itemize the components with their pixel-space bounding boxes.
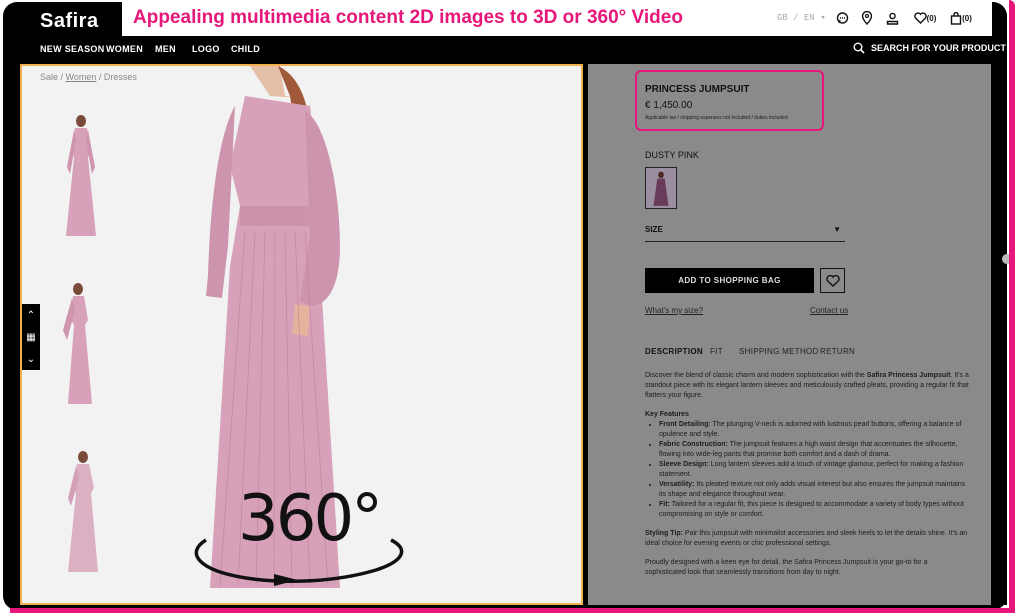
contact-us-link[interactable]: Contact us (810, 306, 848, 315)
chevron-down-icon[interactable]: ⌄ (27, 354, 35, 365)
feature-value: Its pleated texture not only adds visual… (659, 481, 966, 498)
nav-logo[interactable]: LOGO (192, 44, 220, 54)
color-swatch[interactable] (645, 167, 677, 209)
screenshot-frame: Appealing multimedia content 2D images t… (0, 0, 1015, 613)
feature-value: Tailored for a regular fit, this piece i… (659, 501, 964, 518)
banner-title: Appealing multimedia content 2D images t… (133, 7, 683, 28)
nav-women[interactable]: WOMEN (106, 44, 143, 54)
bag-button[interactable]: (0) (948, 10, 974, 26)
nav-new-season[interactable]: NEW SEASON (40, 44, 105, 54)
location-pin-icon[interactable] (859, 10, 875, 26)
search-label: SEARCH FOR YOUR PRODUCT (871, 43, 1006, 53)
feature-key: Sleeve Design: (659, 461, 709, 468)
feature-key: Fabric Construction: (659, 441, 728, 448)
features-list: Front Detailing: The plunging V-neck is … (645, 420, 970, 520)
shopping-bag-icon (950, 11, 962, 25)
bag-count: (0) (962, 13, 972, 23)
tab-fit[interactable]: FIT (710, 347, 723, 356)
feature-key: Fit: (659, 501, 670, 508)
thumbnail-1[interactable] (58, 112, 104, 236)
add-to-wishlist-button[interactable] (820, 268, 845, 293)
feature-item: Versatility: Its pleated texture not onl… (659, 480, 970, 500)
scroll-rail (991, 64, 1007, 605)
intro-product-name: Safira Princess Jumpsuit (866, 372, 951, 379)
breadcrumb-sale[interactable]: Sale (40, 72, 58, 82)
description-intro: Discover the blend of classic charm and … (645, 371, 970, 401)
wishlist-button[interactable]: (0) (911, 10, 939, 26)
thumbnail-2[interactable] (58, 280, 104, 404)
styling-tip-key: Styling Tip: (645, 530, 683, 537)
breadcrumb-women[interactable]: Women (66, 72, 97, 82)
size-selector[interactable]: SIZE ▼ (645, 225, 845, 242)
thumbnail-3[interactable] (58, 448, 104, 572)
breadcrumb-dresses[interactable]: Dresses (104, 72, 137, 82)
feature-item: Front Detailing: The plunging V-neck is … (659, 420, 970, 440)
tax-note: Applicable tax / shipping expenses not i… (645, 115, 788, 121)
user-icon[interactable] (884, 10, 900, 26)
grid-icon[interactable]: ▦ (26, 332, 35, 343)
feature-item: Sleeve Design: Long lantern sleeves add … (659, 460, 970, 480)
rotate-360-icon[interactable] (186, 512, 408, 588)
size-label: SIZE (645, 225, 663, 234)
color-label: DUSTY PINK (645, 150, 699, 160)
product-description: Discover the blend of classic charm and … (645, 371, 970, 587)
accent-edge-bottom (10, 608, 1015, 613)
site-logo[interactable]: Safira (40, 10, 99, 33)
breadcrumb-separator: / (96, 72, 104, 82)
styling-tip: Styling Tip: Pair this jumpsuit with min… (645, 529, 970, 549)
key-features-title: Key Features (645, 411, 689, 418)
nav-men[interactable]: MEN (155, 44, 176, 54)
chat-icon[interactable] (834, 10, 850, 26)
nav-child[interactable]: CHILD (231, 44, 260, 54)
tab-shipping-method[interactable]: SHIPPING METHOD (739, 347, 819, 356)
heart-icon (825, 274, 840, 287)
search-icon (853, 42, 865, 54)
locale-label: GB / EN (777, 13, 815, 23)
wishlist-count: (0) (926, 13, 937, 23)
search-bar[interactable]: SEARCH FOR YOUR PRODUCT (853, 42, 1006, 54)
intro-text: Discover the blend of classic charm and … (645, 372, 867, 379)
tab-return[interactable]: RETURN (820, 347, 855, 356)
product-price: € 1,450.00 (645, 100, 693, 111)
styling-tip-text: Pair this jumpsuit with minimalist acces… (645, 530, 968, 547)
accent-edge-right (1009, 0, 1015, 613)
feature-key: Versatility: (659, 481, 695, 488)
gallery-nav-tool: ⌃ ▦ ⌄ (22, 304, 40, 370)
breadcrumb: Sale / Women / Dresses (40, 72, 137, 82)
feature-item: Fit: Tailored for a regular fit, this pi… (659, 500, 970, 520)
whats-my-size-link[interactable]: What's my size? (645, 306, 703, 315)
description-closing: Proudly designed with a keen eye for det… (645, 559, 928, 576)
logo-text: Safira (40, 10, 99, 32)
tab-description[interactable]: DESCRIPTION (645, 347, 703, 356)
locale-selector[interactable]: GB / EN ▾ (777, 13, 826, 23)
product-title: PRINCESS JUMPSUIT (645, 84, 750, 95)
chevron-up-icon[interactable]: ⌃ (27, 310, 35, 321)
feature-key: Front Detailing: (659, 421, 711, 428)
heart-icon (913, 12, 927, 24)
feature-item: Fabric Construction: The jumpsuit featur… (659, 440, 970, 460)
caret-down-icon: ▼ (833, 225, 841, 234)
add-to-bag-button[interactable]: ADD TO SHOPPING BAG (645, 268, 814, 293)
breadcrumb-separator: / (58, 72, 66, 82)
